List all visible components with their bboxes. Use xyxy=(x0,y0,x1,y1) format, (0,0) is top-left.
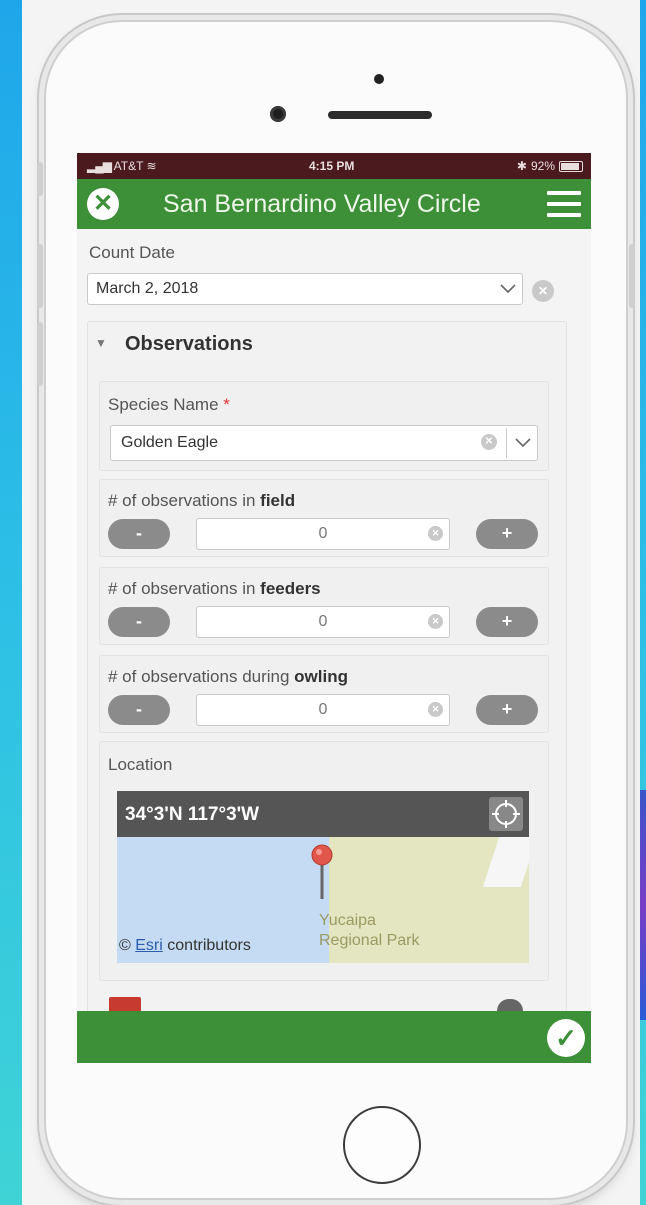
attribution-text: contributors xyxy=(167,937,251,954)
volume-down-button xyxy=(37,322,43,386)
owling-decrement-button[interactable]: - xyxy=(108,695,170,725)
label-prefix: # of observations in xyxy=(108,491,261,510)
owling-count-input[interactable]: 0 ✕ xyxy=(196,694,450,726)
required-mark: * xyxy=(223,395,230,414)
label-emphasis: owling xyxy=(294,667,348,686)
field-count-value: 0 xyxy=(318,525,328,542)
hamburger-menu-icon[interactable] xyxy=(547,191,581,217)
map-label-line1: Yucaipa xyxy=(319,912,376,929)
count-date-field[interactable]: March 2, 2018 xyxy=(87,273,523,305)
close-icon[interactable]: ✕ xyxy=(87,188,119,220)
coordinate-readout: 34°3'N 117°3'W xyxy=(125,804,260,825)
status-bar: ▂▄▆ AT&T ≋ 4:15 PM ✱ 92% xyxy=(77,153,591,179)
feeders-decrement-button[interactable]: - xyxy=(108,607,170,637)
map-label-line2: Regional Park xyxy=(319,932,420,949)
submit-checkmark-icon[interactable]: ✓ xyxy=(547,1019,585,1057)
page-title: San Bernardino Valley Circle xyxy=(163,190,481,218)
copyright-mark: © xyxy=(119,937,131,954)
coordinate-bar: 34°3'N 117°3'W xyxy=(117,791,529,837)
battery-percent: 92% xyxy=(530,159,555,173)
esri-link[interactable]: Esri xyxy=(135,937,163,954)
location-label: Location xyxy=(108,755,173,774)
clear-icon[interactable]: ✕ xyxy=(428,526,443,541)
footer-bar: ✓ xyxy=(77,1011,591,1063)
collapse-triangle-icon[interactable]: ▼ xyxy=(95,336,107,350)
clear-date-icon[interactable]: ✕ xyxy=(532,280,554,302)
app-header: ✕ San Bernardino Valley Circle xyxy=(77,179,591,229)
map-pin-icon xyxy=(311,844,333,899)
field-decrement-button[interactable]: - xyxy=(108,519,170,549)
map-attribution: © Esri contributors xyxy=(119,937,251,955)
power-button xyxy=(629,244,635,308)
mute-switch xyxy=(37,162,43,196)
background-accent xyxy=(640,790,646,1020)
home-button[interactable] xyxy=(343,1106,421,1184)
label-emphasis: feeders xyxy=(260,579,321,598)
clear-icon[interactable]: ✕ xyxy=(428,614,443,629)
delete-icon[interactable] xyxy=(109,997,141,1011)
carrier-label: AT&T xyxy=(113,159,144,173)
feeders-count-value: 0 xyxy=(318,613,328,630)
feeders-count-input[interactable]: 0 ✕ xyxy=(196,606,450,638)
field-increment-button[interactable]: + xyxy=(476,519,538,549)
wifi-icon: ≋ xyxy=(146,159,157,173)
feeders-increment-button[interactable]: + xyxy=(476,607,538,637)
clear-species-icon[interactable]: ✕ xyxy=(481,434,497,450)
map-place-label: Yucaipa Regional Park xyxy=(319,911,420,951)
field-divider xyxy=(506,428,507,458)
signal-icon: ▂▄▆ xyxy=(87,159,112,173)
owling-count-value: 0 xyxy=(318,701,328,718)
clock: 4:15 PM xyxy=(309,159,355,173)
species-value: Golden Eagle xyxy=(121,434,218,451)
feeders-count-label: # of observations in feeders xyxy=(108,579,321,599)
carrier-signal: ▂▄▆ AT&T ≋ xyxy=(87,159,157,173)
survey-form: Count Date March 2, 2018 ✕ ▼ Observation… xyxy=(77,229,591,1013)
field-count-input[interactable]: 0 ✕ xyxy=(196,518,450,550)
clear-icon[interactable]: ✕ xyxy=(428,702,443,717)
observations-title[interactable]: Observations xyxy=(125,333,253,356)
front-camera xyxy=(270,106,286,122)
species-field[interactable]: Golden Eagle ✕ xyxy=(110,425,538,461)
crosshair-icon xyxy=(492,800,520,828)
earpiece-speaker xyxy=(328,111,432,119)
count-date-label: Count Date xyxy=(89,243,175,262)
owling-count-label: # of observations during owling xyxy=(108,667,348,687)
species-label: Species Name * xyxy=(108,395,230,415)
label-prefix: # of observations during xyxy=(108,667,295,686)
proximity-sensor xyxy=(374,74,384,84)
battery-icon xyxy=(559,160,583,172)
location-map[interactable]: 34°3'N 117°3'W Yucaipa Regional Park © E… xyxy=(117,791,529,963)
count-date-value: March 2, 2018 xyxy=(96,280,199,297)
locate-button[interactable] xyxy=(489,797,523,831)
field-count-label: # of observations in field xyxy=(108,491,295,511)
chevron-down-icon[interactable] xyxy=(515,437,531,449)
label-prefix: # of observations in xyxy=(108,579,261,598)
phone-screen: ▂▄▆ AT&T ≋ 4:15 PM ✱ 92% ✕ San Bernardin… xyxy=(77,153,591,1063)
battery-indicator: ✱ 92% xyxy=(517,159,583,173)
owling-increment-button[interactable]: + xyxy=(476,695,538,725)
bluetooth-icon: ✱ xyxy=(516,159,527,173)
label-emphasis: field xyxy=(260,491,296,510)
chevron-down-icon[interactable] xyxy=(500,283,516,295)
volume-up-button xyxy=(37,244,43,308)
species-label-text: Species Name xyxy=(108,395,219,414)
